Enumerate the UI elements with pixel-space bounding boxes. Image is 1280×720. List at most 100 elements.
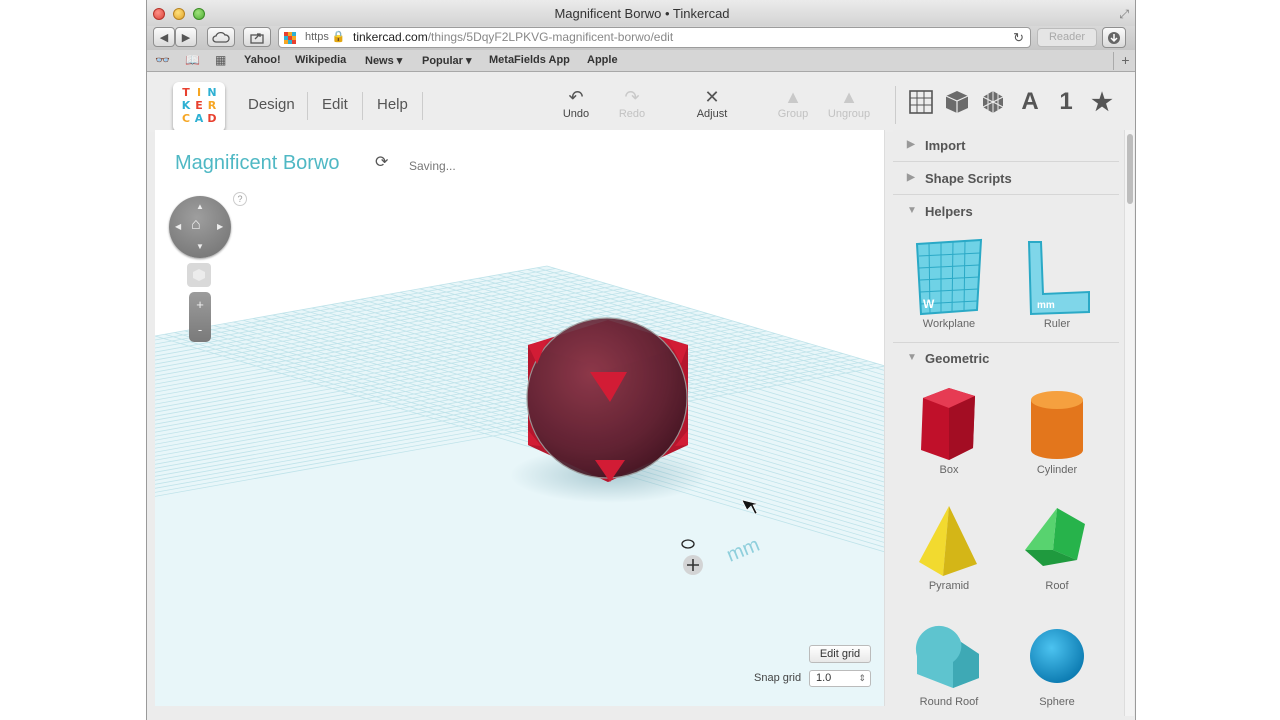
snap-grid-select[interactable]: 1.0 ⇕	[809, 670, 871, 687]
shape-label: Cylinder	[1036, 464, 1078, 476]
share-icon	[250, 32, 264, 44]
undo-icon: ↶	[568, 87, 584, 107]
logo-letter: K	[181, 99, 191, 112]
menu-help[interactable]: Help	[377, 96, 408, 113]
zoom-out-button[interactable]: -	[189, 317, 211, 342]
sphere-view-icon[interactable]	[979, 88, 1007, 116]
shapes-panel: ▶ Import ▶ Shape Scripts ▼ Helpers W Wor…	[893, 130, 1135, 720]
menu-edit[interactable]: Edit	[322, 96, 348, 113]
text-view-icon[interactable]: A	[1016, 88, 1044, 116]
url-text: tinkercad.com/things/5DqyF2LPKVG-magnifi…	[353, 30, 674, 44]
helper-label: Ruler	[1043, 318, 1071, 330]
forward-button[interactable]: ▶	[175, 27, 197, 47]
reading-list-icon[interactable]: 👓	[155, 53, 170, 67]
sphere-shape[interactable]	[526, 317, 688, 479]
box-view-icon[interactable]	[943, 88, 971, 116]
orbit-down-icon[interactable]: ▼	[196, 242, 204, 251]
bookmark-metafields-app[interactable]: MetaFields App	[489, 54, 570, 66]
bookmark-news[interactable]: News ▾	[365, 54, 402, 67]
menu-design[interactable]: Design	[248, 96, 295, 113]
design-title[interactable]: Magnificent Borwo	[175, 152, 340, 175]
top-sites-icon[interactable]: ▦	[215, 53, 226, 67]
cylinder-shape-icon	[1031, 391, 1083, 459]
undo-label: Undo	[562, 108, 590, 120]
title-bar: Magnificent Borwo • Tinkercad ⤢	[147, 0, 1135, 26]
downloads-button[interactable]	[1102, 27, 1126, 48]
orbit-up-icon[interactable]: ▲	[196, 202, 204, 211]
download-icon	[1108, 31, 1120, 44]
expanded-triangle-icon: ▼	[907, 352, 917, 363]
helper-ruler[interactable]: mm Ruler	[1007, 238, 1107, 330]
reader-button[interactable]: Reader	[1037, 28, 1097, 47]
orbit-right-icon[interactable]: ▶	[217, 222, 223, 231]
address-bar[interactable]: https 🔒 tinkercad.com/things/5DqyF2LPKVG…	[278, 27, 1031, 48]
bookmark-apple[interactable]: Apple	[587, 54, 618, 66]
shape-round-roof[interactable]: Round Roof	[899, 616, 999, 708]
edit-grid-button[interactable]: Edit grid	[809, 645, 871, 663]
section-geometric[interactable]: ▼ Geometric	[893, 342, 1119, 374]
fit-view-button[interactable]	[187, 263, 211, 287]
shape-sphere[interactable]: Sphere	[1007, 616, 1107, 708]
bookmark-yahoo[interactable]: Yahoo!	[244, 54, 281, 66]
redo-label: Redo	[618, 108, 646, 120]
number-view-icon[interactable]: 1	[1052, 88, 1080, 116]
adjust-tools-icon: ✕	[704, 87, 720, 107]
view-navigation-control[interactable]: ▲ ▼ ◀ ▶ ⌂	[169, 196, 231, 258]
icloud-tabs-button[interactable]	[207, 27, 235, 47]
back-button[interactable]: ◀	[153, 27, 175, 47]
box-shape-icon	[921, 388, 975, 460]
bookmarks-book-icon[interactable]: 📖	[185, 53, 200, 67]
ungroup-label: Ungroup	[827, 108, 871, 120]
logo-letter: I	[196, 86, 202, 99]
group-button[interactable]: ▲ Group	[766, 86, 820, 120]
section-shape-scripts[interactable]: ▶ Shape Scripts	[893, 163, 1119, 195]
menu-divider	[307, 92, 308, 120]
share-button[interactable]	[243, 27, 271, 47]
svg-text:W: W	[923, 297, 935, 311]
snap-grid-label: Snap grid	[754, 672, 802, 684]
helper-label: Workplane	[922, 318, 976, 330]
section-import[interactable]: ▶ Import	[893, 130, 1119, 162]
ungroup-button[interactable]: ▲ Ungroup	[822, 86, 876, 120]
fullscreen-icon[interactable]: ⤢	[1119, 7, 1129, 22]
undo-button[interactable]: ↶ Undo	[549, 86, 603, 120]
forward-arrow-icon: ▶	[181, 31, 191, 44]
collapsed-triangle-icon: ▶	[907, 172, 915, 183]
screen: Magnificent Borwo • Tinkercad ⤢ ◀ ▶ http…	[0, 0, 1280, 720]
helper-workplane[interactable]: W Workplane	[899, 238, 999, 330]
shape-box[interactable]: Box	[899, 384, 999, 476]
tinkercad-header: T I N K E R C A D Design Edit Help ↶ Und…	[147, 72, 1135, 132]
orbit-left-icon[interactable]: ◀	[175, 222, 181, 231]
bookmark-wikipedia[interactable]: Wikipedia	[295, 54, 346, 66]
tinkercad-logo[interactable]: T I N K E R C A D	[173, 82, 225, 132]
new-tab-button[interactable]: +	[1113, 52, 1135, 70]
redo-button[interactable]: ↷ Redo	[605, 86, 659, 120]
logo-letter: A	[194, 112, 204, 125]
workplane-grid[interactable]: mm	[155, 130, 885, 706]
adjust-button[interactable]: ✕ Adjust	[685, 86, 739, 120]
3d-workspace[interactable]: mm Magnificent Borwo ⟳ Saving... ▲ ▼ ◀ ▶…	[155, 130, 885, 706]
zoom-in-button[interactable]: +	[189, 292, 211, 317]
number-label: 1	[1059, 88, 1073, 115]
section-helpers[interactable]: ▼ Helpers	[893, 196, 1119, 228]
star-view-icon[interactable]: ★	[1088, 88, 1116, 116]
expanded-triangle-icon: ▼	[907, 205, 917, 216]
grid-view-icon[interactable]	[907, 88, 935, 116]
section-label: Shape Scripts	[925, 171, 1012, 186]
text-letter-label: A	[1021, 88, 1039, 115]
help-icon[interactable]: ?	[233, 192, 247, 206]
panel-scrollbar[interactable]	[1124, 130, 1134, 716]
scrollbar-thumb[interactable]	[1127, 134, 1133, 204]
lock-icon: 🔒	[331, 31, 346, 43]
https-badge: https 🔒	[305, 31, 346, 43]
menu-divider	[362, 92, 363, 120]
reload-icon[interactable]: ↻	[1013, 28, 1024, 47]
shape-roof[interactable]: Roof	[1007, 500, 1107, 592]
browser-toolbar: ◀ ▶ https 🔒 tinkercad.com/things/5DqyF2L…	[147, 26, 1135, 50]
shape-cylinder[interactable]: Cylinder	[1007, 384, 1107, 476]
shape-pyramid[interactable]: Pyramid	[899, 500, 999, 592]
back-arrow-icon: ◀	[159, 31, 169, 44]
shape-label: Sphere	[1039, 696, 1075, 708]
bookmark-popular[interactable]: Popular ▾	[422, 54, 472, 67]
home-view-icon[interactable]: ⌂	[191, 216, 201, 234]
